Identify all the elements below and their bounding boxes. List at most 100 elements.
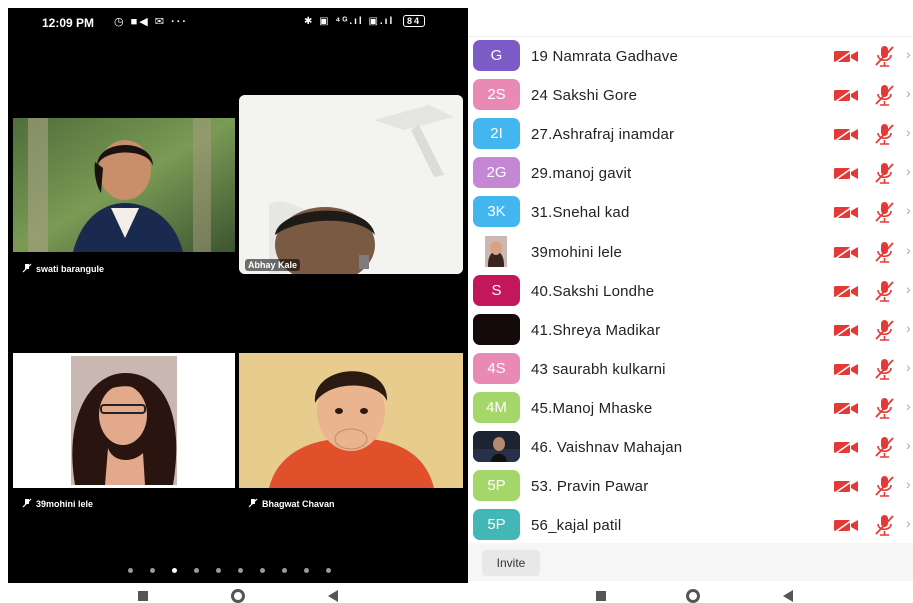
avatar: 2I (473, 118, 520, 150)
participant-row[interactable]: 2I 27.Ashrafraj inamdar › (468, 115, 913, 154)
page-dot[interactable] (216, 568, 221, 573)
camera-off-icon[interactable] (833, 126, 859, 142)
page-indicator[interactable] (128, 560, 348, 573)
participant-name: 46. Vaishnav Mahajan (531, 439, 683, 456)
participant-video-image (13, 118, 235, 252)
mic-off-icon[interactable] (873, 513, 895, 537)
mic-off-icon[interactable] (873, 318, 895, 342)
avatar (473, 431, 520, 462)
participant-video-image (239, 95, 463, 274)
participant-row[interactable]: 5P 53. Pravin Pawar › (468, 467, 913, 506)
chevron-right-icon[interactable]: › (906, 398, 911, 414)
video-tile-4[interactable] (239, 353, 463, 488)
participant-name: 43 saurabh kulkarni (531, 360, 666, 378)
chevron-right-icon[interactable]: › (906, 437, 911, 453)
chevron-right-icon[interactable]: › (906, 320, 911, 336)
back-icon[interactable] (328, 590, 338, 602)
page-dot[interactable] (282, 568, 287, 573)
avatar (473, 235, 520, 267)
chevron-right-icon[interactable]: › (906, 85, 911, 101)
chevron-right-icon[interactable]: › (906, 163, 911, 179)
avatar: 5P (473, 509, 520, 541)
back-icon[interactable] (783, 590, 793, 602)
participant-row[interactable]: 2G 29.manoj gavit › (468, 154, 913, 193)
mic-off-icon[interactable] (873, 474, 895, 498)
mic-off-icon[interactable] (873, 279, 895, 303)
avatar: 2S (473, 79, 520, 111)
participant-name: 31.Snehal kad (531, 204, 630, 222)
page-dot[interactable] (194, 568, 199, 573)
camera-off-icon[interactable] (833, 243, 859, 260)
camera-off-icon[interactable] (833, 361, 859, 377)
video-tile-1[interactable] (13, 118, 235, 252)
participant-name: 40.Sakshi Londhe (531, 282, 655, 300)
page-dot[interactable] (150, 568, 155, 573)
invite-button[interactable]: Invite (482, 550, 540, 576)
battery-icon: 84 (403, 15, 426, 27)
participant-row[interactable]: 4S 43 saurabh kulkarni › (468, 350, 913, 389)
mic-off-icon (248, 498, 258, 508)
avatar: S (473, 274, 520, 306)
avatar: 4S (473, 352, 520, 384)
chevron-right-icon[interactable]: › (906, 46, 911, 62)
mic-off-icon[interactable] (873, 122, 895, 146)
avatar: 5P (473, 470, 520, 502)
avatar: 4M (473, 391, 520, 423)
gallery-screen: 12:09 PM ◷ ■◀ ✉ ··· ✱ ▣ ⁴ᴳ.ıl ▣.ıl 84 sw… (8, 8, 468, 583)
video-tile-2[interactable]: Abhay Kale (239, 95, 463, 274)
signal-icons: ✱ ▣ ⁴ᴳ.ıl ▣.ıl (304, 16, 395, 27)
chevron-right-icon[interactable]: › (906, 124, 911, 140)
camera-off-icon[interactable] (833, 87, 859, 103)
video-tile-3[interactable] (13, 353, 235, 488)
chevron-right-icon[interactable]: › (906, 359, 911, 375)
home-icon[interactable] (231, 589, 245, 603)
chevron-right-icon[interactable]: › (906, 281, 911, 297)
participant-row[interactable]: 41.Shreya Madikar › (468, 311, 913, 350)
mic-off-icon[interactable] (873, 435, 895, 459)
tile-name-3: 39mohini lele (22, 498, 93, 509)
chevron-right-icon[interactable]: › (906, 202, 911, 218)
participant-row[interactable]: 46. Vaishnav Mahajan › (468, 428, 913, 467)
page-dot[interactable] (238, 568, 243, 573)
camera-off-icon[interactable] (833, 439, 859, 455)
page-dot[interactable] (260, 568, 265, 573)
participant-row[interactable]: 3K 31.Snehal kad › (468, 193, 913, 232)
page-dot[interactable] (304, 568, 309, 573)
status-signal-icons: ✱ ▣ ⁴ᴳ.ıl ▣.ıl 84 (304, 15, 426, 27)
recents-icon[interactable] (138, 591, 148, 601)
participant-row[interactable]: 39mohini lele › (468, 233, 913, 272)
mic-off-icon[interactable] (873, 240, 895, 264)
camera-off-icon[interactable] (833, 400, 859, 416)
mic-off-icon[interactable] (873, 44, 895, 68)
participant-row[interactable]: 4M 45.Manoj Mhaske › (468, 389, 913, 428)
camera-off-icon[interactable] (833, 204, 859, 221)
mic-off-icon[interactable] (873, 357, 895, 381)
camera-off-icon[interactable] (833, 322, 859, 338)
mic-off-icon[interactable] (873, 200, 895, 224)
camera-off-icon[interactable] (833, 48, 859, 64)
participant-row[interactable]: 2S 24 Sakshi Gore › (468, 76, 913, 115)
status-notification-icons: ◷ ■◀ ✉ ··· (114, 16, 189, 28)
participant-row[interactable]: G 19 Namrata Gadhave › (468, 37, 913, 76)
chevron-right-icon[interactable]: › (906, 476, 911, 492)
avatar-photo (473, 431, 520, 462)
camera-off-icon[interactable] (833, 478, 859, 494)
mic-off-icon[interactable] (873, 396, 895, 420)
status-bar: 12:09 PM ◷ ■◀ ✉ ··· ✱ ▣ ⁴ᴳ.ıl ▣.ıl 84 (8, 8, 468, 38)
recents-icon[interactable] (596, 591, 606, 601)
camera-off-icon[interactable] (833, 282, 859, 299)
home-icon[interactable] (686, 589, 700, 603)
participant-name: 29.manoj gavit (531, 165, 632, 183)
participant-row[interactable]: S 40.Sakshi Londhe › (468, 272, 913, 311)
mic-off-icon[interactable] (873, 161, 895, 185)
page-dot[interactable] (172, 568, 177, 573)
camera-off-icon[interactable] (833, 517, 859, 533)
page-dot[interactable] (326, 568, 331, 573)
mic-off-icon[interactable] (873, 83, 895, 107)
participant-row[interactable]: 5P 56_kajal patil › (468, 506, 913, 545)
camera-off-icon[interactable] (833, 165, 859, 181)
participant-name: 41.Shreya Madikar (531, 321, 661, 339)
chevron-right-icon[interactable]: › (906, 242, 911, 258)
chevron-right-icon[interactable]: › (906, 515, 911, 531)
page-dot[interactable] (128, 568, 133, 573)
